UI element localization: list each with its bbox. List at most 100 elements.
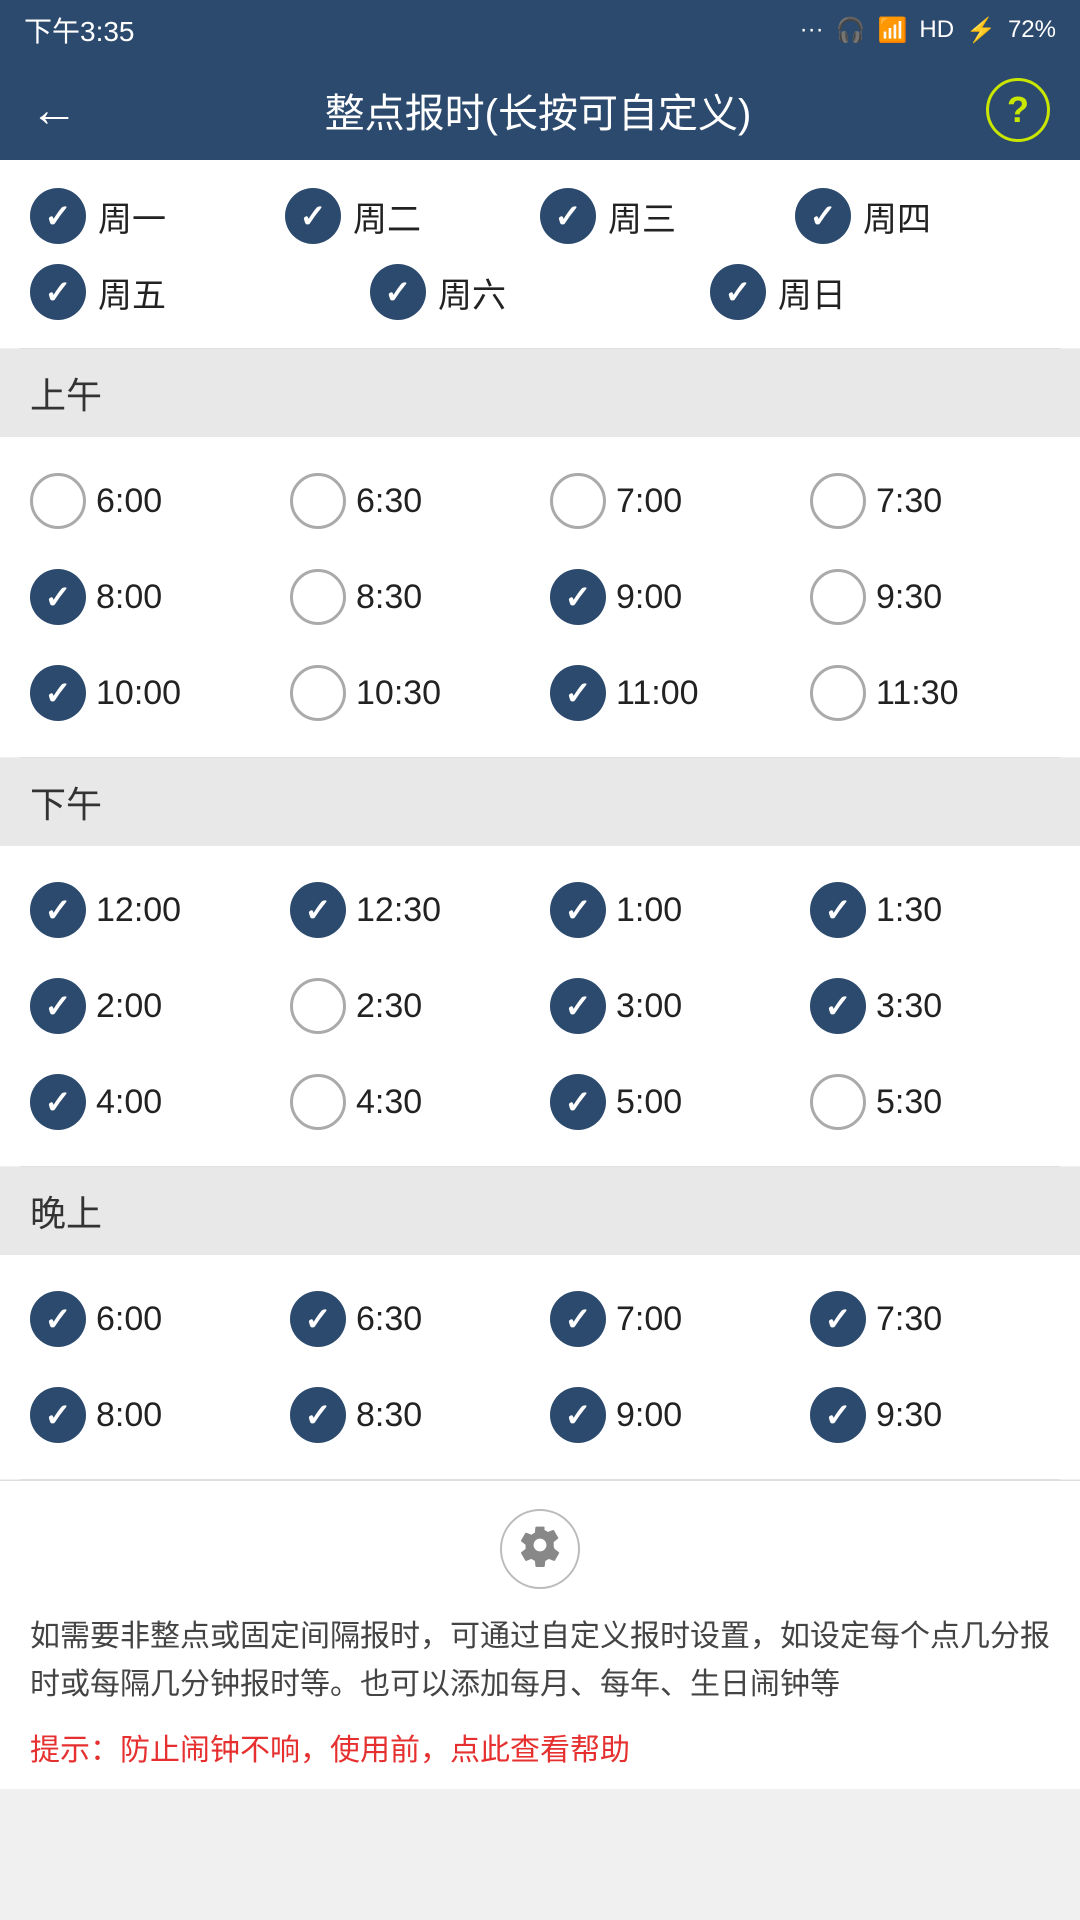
time-item[interactable]: 6:30 <box>280 453 540 549</box>
time-label: 7:00 <box>616 1300 682 1339</box>
time-checkbox <box>810 1074 866 1130</box>
back-button[interactable]: ← <box>30 83 90 138</box>
day-item-周五[interactable]: 周五 <box>30 264 370 320</box>
time-item[interactable]: 12:00 <box>20 862 280 958</box>
time-label: 2:00 <box>96 987 162 1026</box>
time-item[interactable]: 9:30 <box>800 1367 1060 1463</box>
time-item[interactable]: 6:30 <box>280 1271 540 1367</box>
time-item[interactable]: 7:30 <box>800 1271 1060 1367</box>
time-item[interactable]: 3:30 <box>800 958 1060 1054</box>
time-checkbox <box>290 1291 346 1347</box>
gear-icon <box>518 1523 562 1575</box>
time-checkbox <box>810 473 866 529</box>
time-checkbox <box>30 473 86 529</box>
day-item-周三[interactable]: 周三 <box>540 188 795 244</box>
time-grid: 6:00 6:30 7:00 7:30 8:00 8:30 9:00 9:30 … <box>0 437 1080 757</box>
time-item[interactable]: 1:00 <box>540 862 800 958</box>
time-label: 9:00 <box>616 578 682 617</box>
time-grid: 6:00 6:30 7:00 7:30 8:00 8:30 9:00 9:30 <box>0 1255 1080 1479</box>
section-header: 上午 <box>0 349 1080 437</box>
time-item[interactable]: 10:30 <box>280 645 540 741</box>
time-item[interactable]: 3:00 <box>540 958 800 1054</box>
time-item[interactable]: 4:00 <box>20 1054 280 1150</box>
time-checkbox <box>290 882 346 938</box>
time-item[interactable]: 8:30 <box>280 1367 540 1463</box>
day-item-周日[interactable]: 周日 <box>710 264 1050 320</box>
time-checkbox <box>810 569 866 625</box>
time-item[interactable]: 5:30 <box>800 1054 1060 1150</box>
time-item[interactable]: 8:30 <box>280 549 540 645</box>
time-checkbox <box>30 665 86 721</box>
time-label: 8:00 <box>96 1396 162 1435</box>
time-checkbox <box>290 473 346 529</box>
time-label: 12:30 <box>356 891 441 930</box>
day-item-周一[interactable]: 周一 <box>30 188 285 244</box>
time-label: 6:30 <box>356 1300 422 1339</box>
time-item[interactable]: 9:30 <box>800 549 1060 645</box>
time-item[interactable]: 12:30 <box>280 862 540 958</box>
section-header: 晚上 <box>0 1167 1080 1255</box>
time-checkbox <box>550 1387 606 1443</box>
day-label: 周二 <box>353 192 421 241</box>
time-checkbox <box>290 1387 346 1443</box>
time-checkbox <box>290 978 346 1034</box>
status-bar: 下午3:35 ··· 🎧 📶 HD ⚡ 72% <box>0 0 1080 60</box>
time-label: 8:30 <box>356 1396 422 1435</box>
day-checkbox <box>370 264 426 320</box>
app-header: ← 整点报时(长按可自定义) ? <box>0 60 1080 160</box>
time-item[interactable]: 11:30 <box>800 645 1060 741</box>
time-checkbox <box>290 1074 346 1130</box>
time-label: 7:30 <box>876 1300 942 1339</box>
help-button[interactable]: ? <box>986 78 1050 142</box>
time-item[interactable]: 4:30 <box>280 1054 540 1150</box>
battery-level: 72% <box>1008 16 1056 44</box>
info-text: 如需要非整点或固定间隔报时，可通过自定义报时设置，如设定每个点几分报时或每隔几分… <box>30 1613 1050 1709</box>
time-item[interactable]: 5:00 <box>540 1054 800 1150</box>
settings-button[interactable] <box>500 1509 580 1589</box>
time-label: 1:00 <box>616 891 682 930</box>
time-label: 8:00 <box>96 578 162 617</box>
time-label: 7:30 <box>876 482 942 521</box>
time-label: 11:30 <box>876 674 959 713</box>
time-item[interactable]: 8:00 <box>20 549 280 645</box>
time-checkbox <box>810 665 866 721</box>
time-item[interactable]: 6:00 <box>20 1271 280 1367</box>
time-checkbox <box>550 978 606 1034</box>
time-label: 11:00 <box>616 674 699 713</box>
time-item[interactable]: 8:00 <box>20 1367 280 1463</box>
time-item[interactable]: 1:30 <box>800 862 1060 958</box>
time-label: 4:30 <box>356 1083 422 1122</box>
time-item[interactable]: 6:00 <box>20 453 280 549</box>
time-checkbox <box>30 1291 86 1347</box>
time-item[interactable]: 9:00 <box>540 1367 800 1463</box>
hint-text[interactable]: 提示：防止闹钟不响，使用前，点此查看帮助 <box>30 1725 1050 1769</box>
time-checkbox <box>550 882 606 938</box>
time-item[interactable]: 7:00 <box>540 453 800 549</box>
time-item[interactable]: 9:00 <box>540 549 800 645</box>
time-label: 10:00 <box>96 674 181 713</box>
day-item-周四[interactable]: 周四 <box>795 188 1050 244</box>
day-checkbox <box>795 188 851 244</box>
days-section: 周一 周二 周三 周四 周五 周六 周日 <box>0 160 1080 348</box>
time-checkbox <box>810 978 866 1034</box>
time-label: 4:00 <box>96 1083 162 1122</box>
day-item-周二[interactable]: 周二 <box>285 188 540 244</box>
day-checkbox <box>30 188 86 244</box>
time-label: 9:30 <box>876 578 942 617</box>
time-item[interactable]: 7:30 <box>800 453 1060 549</box>
section-header: 下午 <box>0 758 1080 846</box>
day-label: 周一 <box>98 192 166 241</box>
time-item[interactable]: 10:00 <box>20 645 280 741</box>
time-checkbox <box>550 1074 606 1130</box>
status-time: 下午3:35 <box>24 10 135 50</box>
day-label: 周日 <box>778 268 846 317</box>
time-item[interactable]: 2:30 <box>280 958 540 1054</box>
time-checkbox <box>550 569 606 625</box>
time-item[interactable]: 2:00 <box>20 958 280 1054</box>
time-item[interactable]: 7:00 <box>540 1271 800 1367</box>
time-item[interactable]: 11:00 <box>540 645 800 741</box>
time-checkbox <box>290 665 346 721</box>
time-label: 5:30 <box>876 1083 942 1122</box>
day-item-周六[interactable]: 周六 <box>370 264 710 320</box>
time-checkbox <box>30 569 86 625</box>
